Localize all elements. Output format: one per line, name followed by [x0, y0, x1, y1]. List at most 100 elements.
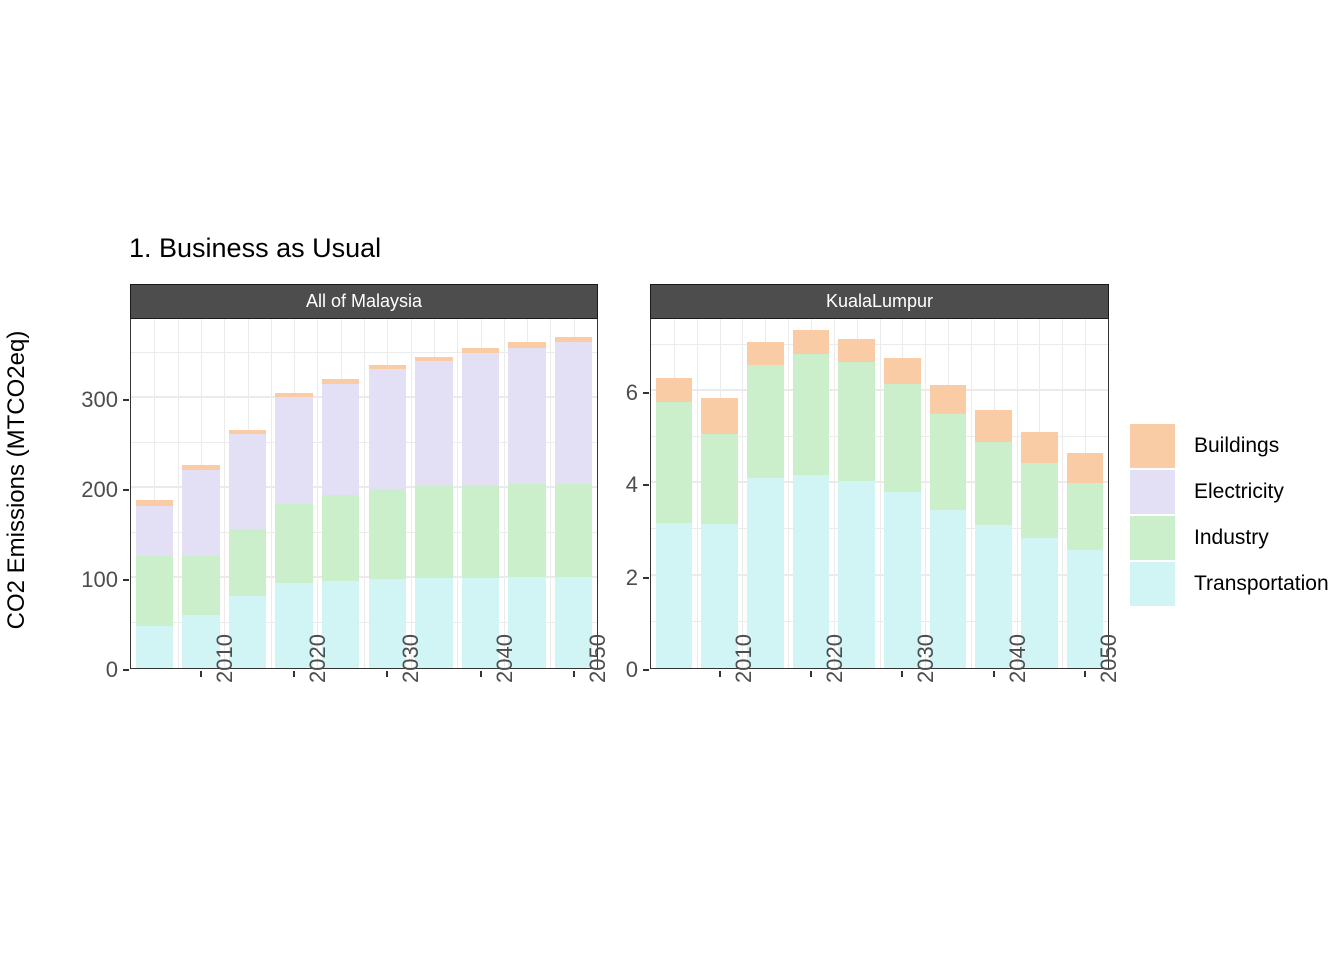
legend-swatch-icon [1130, 516, 1175, 560]
stacked-bar [838, 319, 875, 668]
gridline-vertical-major [503, 319, 505, 668]
x-tick-label: 2030 [398, 634, 424, 683]
bar-segment-industry [838, 361, 875, 481]
y-tick-label: 4 [625, 472, 638, 498]
gridline-vertical-major [410, 319, 412, 668]
plot-area [130, 318, 598, 669]
gridline-vertical-major [317, 319, 319, 668]
stacked-bar [322, 319, 360, 668]
y-tick-mark [643, 669, 649, 671]
x-tick-mark [1084, 671, 1087, 677]
bar-segment-industry [792, 353, 830, 475]
bar-segment-industry [884, 384, 921, 492]
stacked-bar [655, 319, 693, 668]
bar-segment-industry [701, 433, 738, 524]
y-tick-label: 6 [625, 379, 638, 405]
bar-segment-electricity [461, 353, 500, 486]
x-tick-mark [809, 671, 812, 677]
x-tick-label: 2020 [821, 634, 847, 683]
stacked-bar [182, 319, 220, 668]
legend-item-label: Buildings [1194, 434, 1280, 457]
bar-segment-buildings [135, 499, 173, 506]
bar-segment-industry [228, 528, 267, 596]
legend-item: Industry [1130, 516, 1329, 560]
y-tick-label: 0 [105, 657, 118, 682]
bar-segment-industry [322, 495, 360, 581]
stacked-bar [1066, 319, 1104, 668]
bar-segment-electricity [415, 361, 453, 487]
bar-segment-industry [415, 486, 453, 578]
bar-segment-industry [135, 555, 173, 626]
y-tick-mark [643, 484, 649, 487]
x-tick-mark [199, 671, 202, 677]
stacked-bar [368, 319, 406, 668]
gridline-vertical-major [696, 319, 698, 668]
bar-segment-industry [508, 484, 546, 578]
x-tick-label: 2040 [1004, 634, 1030, 683]
bar-segment-industry [1066, 482, 1104, 550]
bar-segment-buildings [701, 397, 738, 434]
legend-item: Electricity [1130, 470, 1329, 514]
page-title: 1. Business as Usual [129, 233, 382, 263]
x-tick-mark [992, 671, 995, 677]
y-tick-label: 2 [625, 564, 638, 590]
bar-segment-buildings [415, 356, 453, 362]
stacked-bar [929, 319, 967, 668]
y-tick-mark [643, 576, 649, 579]
stacked-bar [275, 319, 313, 668]
stacked-bar [1021, 319, 1058, 668]
legend-item-label: Industry [1194, 526, 1269, 549]
gridline-vertical-major [224, 319, 226, 668]
legend-item-label: Transportation [1194, 572, 1329, 595]
bar-segment-buildings [275, 392, 313, 398]
bar-segment-industry [275, 504, 313, 583]
bar-segment-buildings [508, 342, 546, 348]
stacked-bar [415, 319, 453, 668]
bar-segment-buildings [884, 357, 921, 385]
bar-segment-buildings [792, 329, 830, 354]
bar-segment-industry [1021, 462, 1058, 538]
x-tick-label: 2040 [491, 634, 517, 683]
legend-swatch-icon [1130, 424, 1175, 468]
bar-segment-buildings [182, 464, 220, 470]
legend: Buildings Electricity Industry Transportati… [1130, 424, 1329, 608]
bar-segment-electricity [322, 383, 360, 496]
bar-segment-electricity [508, 347, 546, 485]
y-tick-mark [123, 489, 129, 491]
y-tick-mark [123, 579, 129, 581]
bar-segment-buildings [555, 336, 593, 343]
bar-segment-industry [368, 488, 406, 579]
bar-segment-buildings [929, 385, 967, 414]
bar-segment-industry [655, 401, 693, 523]
x-tick-label: 2050 [1096, 634, 1122, 683]
gridline-vertical-major [270, 319, 272, 668]
x-tick-mark [293, 671, 296, 677]
legend-swatch-icon [1130, 470, 1175, 514]
bar-segment-industry [461, 485, 500, 578]
x-tick-mark [901, 671, 904, 677]
y-tick-mark [643, 391, 649, 394]
bar-segment-electricity [275, 397, 313, 505]
figure-root: 1. Business as Usual CO2 Emissions (MTCO… [0, 0, 1344, 960]
bar-segment-buildings [461, 347, 500, 353]
stacked-bar [228, 319, 267, 668]
gridline-vertical-major [788, 319, 790, 668]
x-tick-mark [479, 671, 482, 677]
stacked-bar [884, 319, 921, 668]
plot-area [650, 318, 1109, 669]
facet-panel: KualaLumpur [650, 284, 1109, 669]
x-tick-mark [386, 671, 389, 677]
facet-strip-label: All of Malaysia [130, 284, 598, 318]
bar-segment-industry [975, 441, 1013, 525]
bar-segment-buildings [1021, 431, 1058, 463]
bar-segment-electricity [368, 369, 406, 489]
bar-segment-buildings [322, 379, 360, 384]
facet-strip-label: KualaLumpur [650, 284, 1109, 318]
legend-item-label: Electricity [1194, 480, 1284, 503]
bar-segment-electricity [228, 434, 267, 529]
bar-segment-industry [555, 484, 593, 578]
gridline-vertical-major [364, 319, 365, 668]
stacked-bar [975, 319, 1013, 668]
bar-segment-buildings [838, 338, 875, 362]
gridline-vertical-major [970, 319, 972, 668]
